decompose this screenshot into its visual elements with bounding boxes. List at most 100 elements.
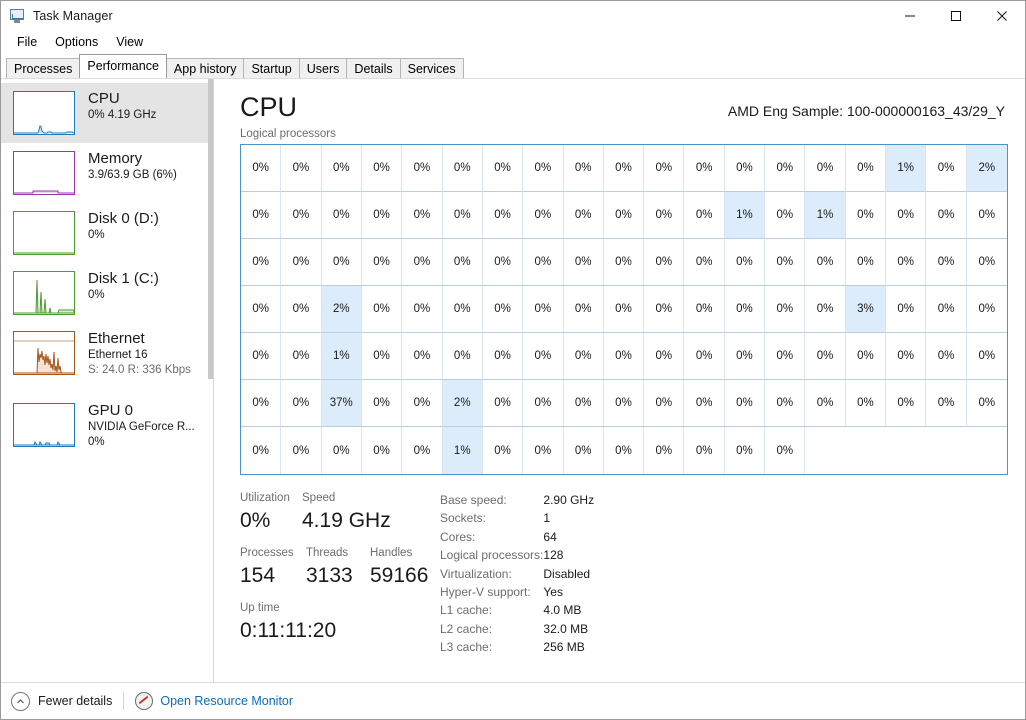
logical-processor-cell: 0% xyxy=(845,380,887,427)
logical-processor-cell: 0% xyxy=(523,145,564,192)
tab-startup[interactable]: Startup xyxy=(243,58,300,78)
logical-processor-cell: 0% xyxy=(684,192,725,239)
logical-processor-cell: 1% xyxy=(442,427,483,474)
stats-row-2: Processes 154 Threads 3133 Handles 59166 xyxy=(240,544,440,590)
menu-file[interactable]: File xyxy=(9,32,45,52)
logical-processor-cell: 0% xyxy=(402,333,443,380)
fewer-details-label: Fewer details xyxy=(38,694,113,708)
logical-processor-cell: 0% xyxy=(523,380,564,427)
fewer-details-button[interactable]: Fewer details xyxy=(11,691,113,711)
logical-processor-cell: 0% xyxy=(281,380,322,427)
sidebar-item-memory[interactable]: Memory 3.9/63.9 GB (6%) xyxy=(1,143,213,203)
menu-view[interactable]: View xyxy=(108,32,151,52)
logical-processor-cell: 0% xyxy=(241,333,282,380)
stat-processes-label: Processes xyxy=(240,547,294,559)
logical-processor-cell: 0% xyxy=(966,192,1007,239)
ethernet-sparkline-icon xyxy=(13,331,75,375)
spec-key: L1 cache: xyxy=(440,603,493,618)
sidebar-item-disk-0[interactable]: Disk 0 (D:) 0% xyxy=(1,203,213,263)
logical-processor-cell: 0% xyxy=(402,145,443,192)
status-divider xyxy=(123,692,125,710)
tab-services[interactable]: Services xyxy=(399,58,464,78)
logical-processor-cell: 0% xyxy=(886,239,927,286)
logical-processor-cell: 0% xyxy=(281,145,322,192)
logical-processor-cell: 0% xyxy=(644,286,685,333)
logical-processor-cell: 0% xyxy=(644,380,685,427)
logical-processor-cell: 0% xyxy=(886,192,927,239)
tab-users[interactable]: Users xyxy=(298,58,348,78)
spec-value: 256 MB xyxy=(543,640,585,655)
minimize-button[interactable] xyxy=(887,1,933,31)
logical-processor-cell: 0% xyxy=(805,380,846,427)
task-manager-icon xyxy=(10,8,26,24)
spec-key: Logical processors: xyxy=(440,548,544,563)
logical-processor-grid: 0% 0% 0% 0% 0% 0% 0% 0% 0% 0% 0% 0% 0% 0% 0% 0% 1% 0% 2% 0%… xyxy=(240,144,1008,475)
sidebar-item-memory-title: Memory xyxy=(88,150,143,167)
logical-processor-cell: 0% xyxy=(361,427,403,474)
menu-options[interactable]: Options xyxy=(47,32,106,52)
logical-processor-cell: 0% xyxy=(603,427,645,474)
logical-processor-cell: 0% xyxy=(684,286,725,333)
logical-processor-cell: 0% xyxy=(321,192,362,239)
logical-processor-cell: 0% xyxy=(402,380,443,427)
tab-processes[interactable]: Processes xyxy=(6,58,81,78)
logical-processor-cell: 0% xyxy=(361,380,403,427)
sidebar-item-cpu[interactable]: CPU 0% 4.19 GHz xyxy=(1,83,213,143)
sidebar-item-cpu-sub: 0% 4.19 GHz xyxy=(88,109,157,121)
content-area: CPU 0% 4.19 GHz Memory 3.9/63.9 GB (6%) xyxy=(1,78,1025,682)
logical-processor-cell: 2% xyxy=(321,286,362,333)
logical-processor-cell: 0% xyxy=(281,239,322,286)
logical-processor-cell: 0% xyxy=(482,333,524,380)
logical-processor-cell: 2% xyxy=(966,145,1007,192)
logical-processor-cell: 0% xyxy=(644,192,685,239)
stat-processes-value: 154 xyxy=(240,564,276,587)
logical-processor-cell: 0% xyxy=(805,145,846,192)
sidebar-item-gpu-0[interactable]: GPU 0 NVIDIA GeForce R... 0% xyxy=(1,395,213,467)
spec-value: 64 xyxy=(543,529,557,544)
tab-details[interactable]: Details xyxy=(346,58,401,78)
open-resource-monitor-button[interactable]: Open Resource Monitor xyxy=(135,692,293,710)
spec-row: L2 cache: 32.0 MB xyxy=(440,620,594,638)
logical-processor-cell: 0% xyxy=(886,380,927,427)
logical-processor-cell: 0% xyxy=(402,286,443,333)
logical-processor-cell: 0% xyxy=(926,380,967,427)
logical-processor-cell: 0% xyxy=(402,192,443,239)
logical-processor-cell: 0% xyxy=(845,145,887,192)
tab-performance[interactable]: Performance xyxy=(79,54,167,78)
stat-threads: Threads 3133 xyxy=(306,544,370,590)
sidebar-item-cpu-title: CPU xyxy=(88,90,120,107)
window-controls xyxy=(887,1,1025,31)
spec-row: Logical processors: 128 xyxy=(440,546,594,564)
logical-processor-cell: 0% xyxy=(805,333,846,380)
close-button[interactable] xyxy=(979,1,1025,31)
logical-processor-cell: 0% xyxy=(684,145,725,192)
logical-processor-cell: 0% xyxy=(442,333,483,380)
sidebar-item-ethernet[interactable]: Ethernet Ethernet 16 S: 24.0 R: 336 Kbps xyxy=(1,323,213,395)
spec-row: Base speed: 2.90 GHz xyxy=(440,491,594,509)
sidebar-item-disk-1[interactable]: Disk 1 (C:) 0% xyxy=(1,263,213,323)
sidebar-item-gpu-0-sub2: 0% xyxy=(88,436,105,448)
logical-processor-cell: 0% xyxy=(281,427,322,474)
logical-processor-cell: 0% xyxy=(926,192,967,239)
logical-processor-cell: 0% xyxy=(684,333,725,380)
sidebar-item-gpu-0-sub1: NVIDIA GeForce R... xyxy=(88,421,195,433)
sidebar-scrollbar[interactable] xyxy=(208,79,213,682)
logical-processor-cell: 0% xyxy=(442,239,483,286)
logical-processor-cell: 0% xyxy=(603,380,645,427)
resource-monitor-icon xyxy=(135,692,154,710)
spec-key: L2 cache: xyxy=(440,621,493,636)
stat-speed-value: 4.19 GHz xyxy=(302,509,391,532)
maximize-button[interactable] xyxy=(933,1,979,31)
stat-speed-label: Speed xyxy=(302,492,336,504)
logical-processor-cell: 0% xyxy=(563,286,604,333)
spec-row: Sockets: 1 xyxy=(440,509,594,527)
stat-threads-value: 3133 xyxy=(306,564,353,587)
logical-processor-cell: 0% xyxy=(523,192,564,239)
tab-app-history[interactable]: App history xyxy=(165,58,245,78)
sidebar-scrollbar-thumb[interactable] xyxy=(208,79,213,379)
logical-processor-cell: 0% xyxy=(724,286,766,333)
logical-processor-cell: 0% xyxy=(886,333,927,380)
menu-bar: File Options View xyxy=(1,31,1025,53)
stat-uptime-value: 0:11:11:20 xyxy=(240,619,337,642)
stat-uptime-label: Up time xyxy=(240,602,280,614)
